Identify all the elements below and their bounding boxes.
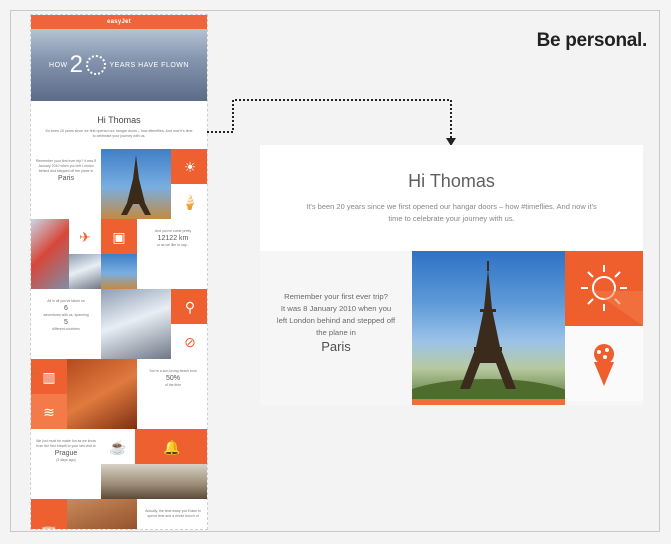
first-trip-text: Remember your first ever trip? It was 8 … <box>31 149 101 219</box>
detail-greeting: Hi Thomas <box>408 171 495 191</box>
cocktail-tile: 🍸 <box>31 499 67 529</box>
detail-intro: It's been 20 years since we first opened… <box>306 202 597 223</box>
detail-eiffel-photo <box>412 251 565 401</box>
waves-icon: ≋ <box>43 403 55 420</box>
bicycle-photo <box>135 464 207 499</box>
distance-line2: or as we like to say... <box>156 243 190 247</box>
hiker-photo <box>101 289 171 359</box>
email-header-bar: easyJet <box>31 15 207 29</box>
hero-banner: HOW 2 YEARS HAVE FLOWN <box>31 29 207 101</box>
cocktail-icon: 🍸 <box>40 527 57 529</box>
detail-trip-line3: left London behind and stepped off <box>276 316 396 325</box>
favourite-city: Prague <box>54 450 78 457</box>
waves-tile: ≋ <box>31 394 67 429</box>
bicycle-icon: ⚲ <box>184 298 196 315</box>
bell-tile: 🔔 <box>135 429 207 464</box>
dotted-connector-arrow <box>207 99 456 146</box>
first-trip-line1: Remember your first ever trip? <box>35 159 84 163</box>
eiffel-tower-photo <box>101 149 171 219</box>
hero-how: HOW <box>49 61 68 69</box>
sun-tile: ☀ <box>171 149 207 184</box>
eiffel-tower-icon <box>121 155 151 215</box>
grid-row: ✈ ▣ And you've come pretty 12122 km or a… <box>31 219 207 289</box>
email-story-grid: Remember your first ever trip? It was 8 … <box>31 149 207 529</box>
distance-text: And you've come pretty 12122 km or as we… <box>137 219 207 289</box>
grid-row: Remember your first ever trip? It was 8 … <box>31 149 207 219</box>
closing-text: Actually, the time away you'll take to s… <box>137 499 207 529</box>
adventures-line1: All in all you've taken on <box>47 299 85 303</box>
adventures-line2: adventures with us, spanning <box>43 313 89 317</box>
presentation-slide: Be personal. easyJet HOW 2 YEARS HAVE FL… <box>0 0 671 544</box>
distance-value: 12122 km <box>157 235 189 242</box>
sea-photo <box>101 254 137 289</box>
snow-photo <box>69 254 101 289</box>
bell-icon: 🔔 <box>163 438 181 455</box>
email-preview[interactable]: easyJet HOW 2 YEARS HAVE FLOWN Hi Thomas… <box>30 14 208 530</box>
plane-tile: ✈ <box>69 219 101 254</box>
plane-icon: ✈ <box>79 228 91 245</box>
favourite-text: We just must be made fun as we know from… <box>31 429 101 499</box>
detail-orange-accent <box>593 291 643 326</box>
adventures-count: 6 <box>64 305 68 312</box>
sun-icon: ☀ <box>183 158 197 175</box>
detail-city: Paris <box>321 339 351 354</box>
hero-tail: YEARS HAVE FLOWN <box>109 61 189 69</box>
detail-trip-line4: the plane in <box>316 328 356 337</box>
beach-line2: of the time <box>164 383 182 387</box>
eiffel-tower-icon <box>412 261 565 401</box>
compass-icon: ⊘ <box>184 333 196 350</box>
email-greeting: Hi Thomas <box>97 115 141 125</box>
grid-row: We just must be made fun as we know from… <box>31 429 207 499</box>
slide-headline: Be personal. <box>536 30 648 51</box>
distance-line1: And you've come pretty <box>154 229 192 233</box>
hero-zero-ring <box>85 55 106 75</box>
ice-cream-icon <box>594 344 614 386</box>
grid-row: 🍸 Actually, the time away you'll take to… <box>31 499 207 529</box>
adventures-line3: different countries <box>52 327 80 331</box>
building-icon: ▥ <box>42 368 56 385</box>
luggage-tile: ▣ <box>101 219 137 254</box>
detail-trip-line1: Remember your first ever trip? <box>284 292 388 301</box>
adventures-text: All in all you've taken on 6 adventures … <box>31 289 101 359</box>
beach-line1: You're a sun-loving beach bum <box>149 369 197 373</box>
detail-ice-cream-tile <box>565 326 643 401</box>
beach-text: You're a sun-loving beach bum 50% of the… <box>137 359 207 429</box>
adventures-countries: 5 <box>64 319 68 326</box>
grid-row: ▥ ≋ You're a sun-loving beach bum 50% of… <box>31 359 207 429</box>
brand-logo: easyJet <box>106 19 132 25</box>
beach-value: 50% <box>165 375 180 382</box>
cup-tile: ☕ <box>101 429 135 464</box>
compass-tile: ⊘ <box>171 324 207 359</box>
ice-cream-tile: 🍦 <box>171 184 207 219</box>
market-photo <box>67 359 137 429</box>
first-trip-city: Paris <box>58 175 74 182</box>
detail-photo-accent <box>412 399 565 405</box>
luggage-icon: ▣ <box>112 228 126 245</box>
closing-line1: Actually, the time away you'll take <box>145 509 198 513</box>
hero-number: 2 <box>69 51 84 78</box>
zoomed-email-detail: Hi Thomas It's been 20 years since we fi… <box>260 145 643 405</box>
city-street-photo <box>67 499 137 529</box>
bike-tile: ⚲ <box>171 289 207 324</box>
travel-photo <box>31 219 69 289</box>
favourite-line2: (3 days ago) <box>56 458 76 462</box>
detail-first-trip: Remember your first ever trip? It was 8 … <box>260 251 412 401</box>
street-photo <box>101 464 135 499</box>
ice-cream-icon: 🍦 <box>181 193 199 210</box>
email-intro: It's been 20 years since we first opened… <box>45 129 193 138</box>
cup-icon: ☕ <box>109 438 127 455</box>
favourite-line1: We just must be made fun as we know from… <box>36 439 96 448</box>
building-tile: ▥ <box>31 359 67 394</box>
grid-row: All in all you've taken on 6 adventures … <box>31 289 207 359</box>
detail-trip-line2: It was 8 January 2010 when you <box>280 304 392 313</box>
